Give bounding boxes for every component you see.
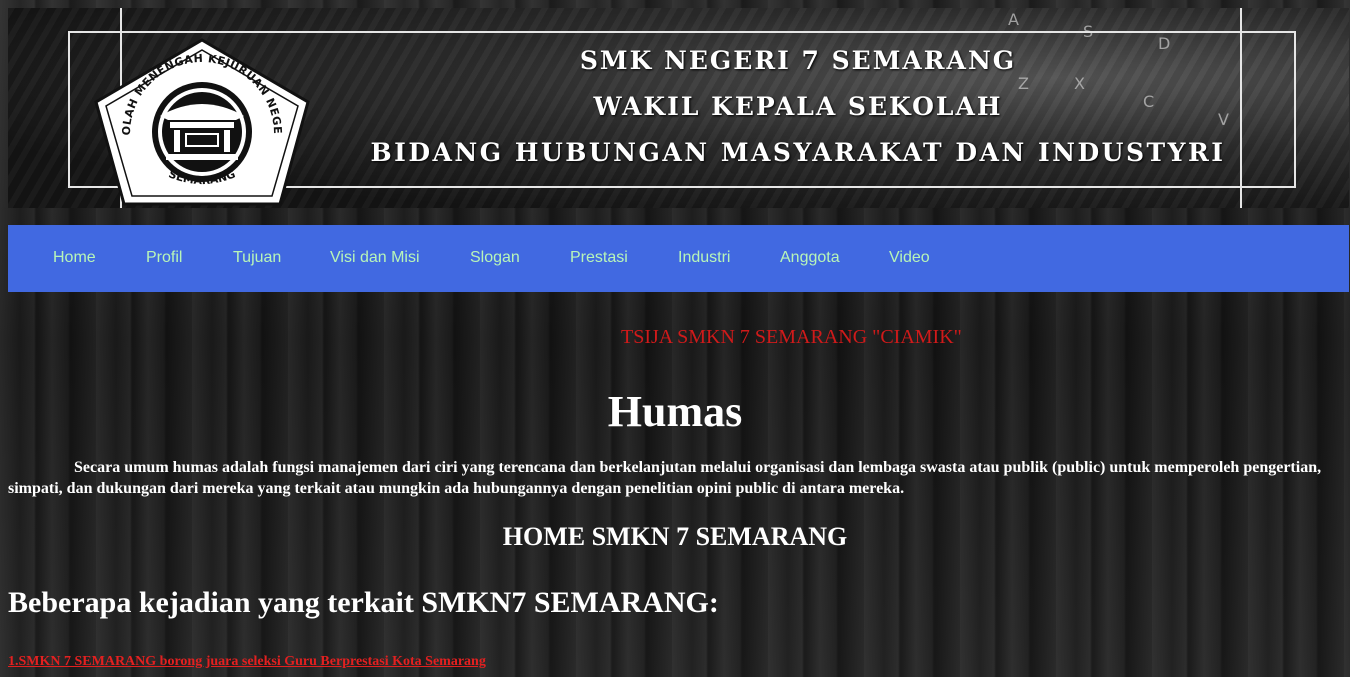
nav-item-video[interactable]: Video <box>889 249 930 267</box>
header-title-position: WAKIL KEPALA SEKOLAH <box>593 92 1003 121</box>
nav-item-tujuan[interactable]: Tujuan <box>233 249 281 267</box>
home-heading: HOME SMKN 7 SEMARANG <box>502 522 848 551</box>
header-title-department: BIDANG HUBUNGAN MASYARAKAT DAN INDUSTYRI <box>370 138 1226 167</box>
nav-item-visi-misi[interactable]: Visi dan Misi <box>330 249 420 267</box>
nav-item-slogan[interactable]: Slogan <box>470 249 520 267</box>
events-heading: Beberapa kejadian yang terkait SMKN7 SEM… <box>8 586 719 619</box>
nav-item-profil[interactable]: Profil <box>146 249 182 267</box>
frame-line <box>68 31 1296 33</box>
nav-item-anggota[interactable]: Anggota <box>780 249 840 267</box>
intro-paragraph: Secara umum humas adalah fungsi manajeme… <box>8 459 1322 497</box>
nav-item-prestasi[interactable]: Prestasi <box>570 249 628 267</box>
keyboard-key: A <box>1008 10 1019 29</box>
keyboard-key: X <box>1074 74 1085 93</box>
header-banner: A S D Z X C V SEKOLAH MENENGAH KEJURUAN … <box>8 8 1349 208</box>
event-link[interactable]: 1.SMKN 7 SEMARANG borong juara seleksi G… <box>8 654 486 670</box>
frame-line <box>1294 31 1296 188</box>
page-title: Humas <box>607 387 743 436</box>
main-navbar: Home Profil Tujuan Visi dan Misi Slogan … <box>8 225 1349 292</box>
school-logo: SEKOLAH MENENGAH KEJURUAN NEGERI 7 SEMAR… <box>90 36 310 206</box>
marquee-text: TSIJA SMKN 7 SEMARANG "CIAMIK" <box>621 326 962 348</box>
nav-item-home[interactable]: Home <box>53 249 96 267</box>
keyboard-key: Z <box>1018 74 1029 93</box>
frame-line <box>68 31 70 188</box>
header-title-school: SMK NEGERI 7 SEMARANG <box>579 46 1017 75</box>
nav-item-industri[interactable]: Industri <box>678 249 730 267</box>
